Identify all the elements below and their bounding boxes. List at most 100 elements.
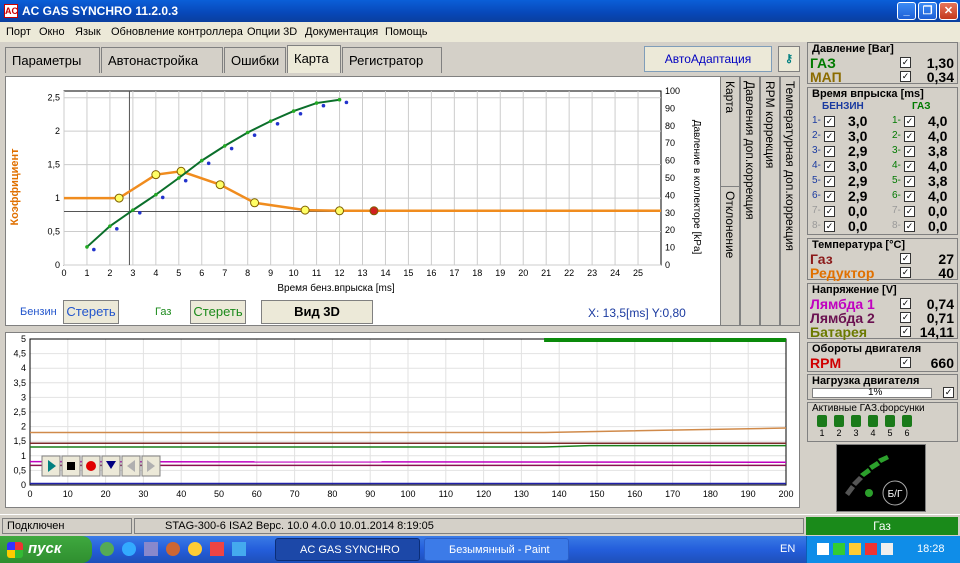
taskbar-item-paint[interactable]: Безымянный - Paint	[424, 538, 569, 561]
log-y-tick: 3	[21, 392, 26, 402]
menu-port[interactable]: Порт	[6, 26, 31, 38]
petrol-cylinder-checkbox[interactable]: ✓	[824, 191, 835, 202]
quicklaunch-icon-6[interactable]	[210, 542, 224, 556]
petrol-cylinder-checkbox[interactable]: ✓	[824, 221, 835, 232]
maximize-button[interactable]: ❐	[918, 2, 937, 20]
menu-3d-options[interactable]: Опции 3D	[247, 26, 297, 38]
language-indicator[interactable]: EN	[780, 543, 795, 555]
side-tab-rpm-correction[interactable]: RPM коррекция	[760, 76, 780, 326]
tab-map[interactable]: Карта	[287, 45, 341, 73]
lambda1-checkbox[interactable]: ✓	[900, 298, 911, 309]
gas-injection-value: 0,0	[928, 218, 948, 234]
reducer-temp-checkbox[interactable]: ✓	[900, 267, 911, 278]
map-chart-panel: 0 1 2 3 4 5 6 7 8 9 10 11 12 13 14 15 16 17 18 19 20 21 22 23 24…	[5, 76, 723, 326]
voltage-group: Напряжение [V] Лямбда 1 ✓ 0,74 Лямбда 2 ✓ 0,…	[807, 283, 958, 340]
record-icon[interactable]	[86, 461, 96, 471]
taskbar-item-acgas[interactable]: AC GAS SYNCHRO	[275, 538, 420, 561]
auto-adaptation-button[interactable]: АвтоАдаптация	[644, 46, 772, 72]
petrol-cylinder-number: 2-	[812, 130, 821, 141]
tray-icon-3[interactable]	[849, 543, 861, 555]
stop-icon[interactable]	[67, 462, 75, 470]
gas-cylinder-checkbox[interactable]: ✓	[904, 221, 915, 232]
menu-documentation[interactable]: Документация	[305, 26, 378, 38]
map-chart[interactable]: 0 1 2 3 4 5 6 7 8 9 10 11 12 13 14 15 16 17 18 19 20 21 22 23 24…	[6, 77, 722, 295]
petrol-cylinder-checkbox[interactable]: ✓	[824, 176, 835, 187]
injector-number: 1	[819, 428, 825, 438]
quicklaunch-icon-3[interactable]	[144, 542, 158, 556]
gas-cylinder-checkbox[interactable]: ✓	[904, 161, 915, 172]
minimize-button[interactable]: _	[897, 2, 916, 20]
petrol-cylinder-checkbox[interactable]: ✓	[824, 116, 835, 127]
window-title: AC GAS SYNCHRO 11.2.0.3	[22, 4, 179, 18]
gas-sample-point	[268, 119, 273, 123]
side-tab-pressure-correction[interactable]: Давления доп.коррекция	[740, 76, 760, 326]
load-checkbox[interactable]: ✓	[943, 387, 954, 398]
gas-injector-icon: 2	[833, 415, 845, 439]
menu-window[interactable]: Окно	[39, 26, 65, 38]
map-pressure-checkbox[interactable]: ✓	[900, 71, 911, 82]
petrol-cylinder-checkbox[interactable]: ✓	[824, 131, 835, 142]
map-x-tick: 20	[518, 268, 528, 278]
map-x-tick: 9	[268, 268, 273, 278]
logger-chart-panel: 0 10 20 30 40 50 60 70 80 90 100 110 120 130 140 150 160…	[5, 332, 800, 508]
title-bar: AC AC GAS SYNCHRO 11.2.0.3 _ ❐ ✕	[0, 0, 960, 22]
gas-cylinder-checkbox[interactable]: ✓	[904, 206, 915, 217]
view-3d-button[interactable]: Вид 3D	[261, 300, 373, 324]
battery-checkbox[interactable]: ✓	[900, 326, 911, 337]
map-x-tick: 6	[199, 268, 204, 278]
clear-gas-button[interactable]: Стереть	[190, 300, 246, 324]
tray-icon-4[interactable]	[865, 543, 877, 555]
side-tab-deviation[interactable]: Отклонение	[720, 186, 740, 326]
right-panel: Давление [Bar] ГАЗ ✓ 1,30 МАП ✓ 0,34 Время в…	[806, 42, 960, 514]
menu-help[interactable]: Помощь	[385, 26, 428, 38]
map-x-tick: 18	[472, 268, 482, 278]
petrol-sample-point	[160, 195, 165, 200]
menu-firmware-update[interactable]: Обновление контроллера	[111, 26, 243, 38]
close-button[interactable]: ✕	[939, 2, 958, 20]
rpm-checkbox[interactable]: ✓	[900, 357, 911, 368]
map-x-tick: 3	[130, 268, 135, 278]
petrol-sample-point	[321, 103, 326, 108]
gas-cylinder-checkbox[interactable]: ✓	[904, 146, 915, 157]
gas-temp-checkbox[interactable]: ✓	[900, 253, 911, 264]
gas-cylinder-checkbox[interactable]: ✓	[904, 176, 915, 187]
gas-pressure-checkbox[interactable]: ✓	[900, 57, 911, 68]
wrench-icon[interactable]: ⚷	[778, 46, 800, 72]
skype-icon[interactable]	[122, 542, 136, 556]
side-tab-temperature-correction[interactable]: Температурная доп.коррекция	[780, 76, 800, 326]
tab-logger[interactable]: Регистратор	[342, 47, 442, 73]
tray-icon-1[interactable]	[817, 543, 829, 555]
tray-icon-2[interactable]	[833, 543, 845, 555]
quicklaunch-icon-7[interactable]	[232, 542, 246, 556]
tab-errors[interactable]: Ошибки	[224, 47, 286, 73]
map-y2-label: Давление в коллекторе [kPa]	[691, 120, 702, 255]
petrol-cylinder-checkbox[interactable]: ✓	[824, 206, 835, 217]
quicklaunch-icon-1[interactable]	[100, 542, 114, 556]
petrol-cylinder-number: 7-	[812, 205, 821, 216]
volume-icon[interactable]	[881, 543, 893, 555]
quicklaunch-icon-5[interactable]	[188, 542, 202, 556]
quicklaunch-icon-4[interactable]	[166, 542, 180, 556]
petrol-sample-point	[298, 111, 303, 116]
petrol-cylinder-checkbox[interactable]: ✓	[824, 146, 835, 157]
clear-petrol-button[interactable]: Стереть	[63, 300, 119, 324]
gas-injector-icon: 3	[850, 415, 862, 439]
menu-language[interactable]: Язык	[75, 26, 101, 38]
tab-parameters[interactable]: Параметры	[5, 47, 100, 73]
switch-indicator[interactable]: Б/Г	[836, 444, 926, 512]
lambda2-checkbox[interactable]: ✓	[900, 312, 911, 323]
petrol-cylinder-checkbox[interactable]: ✓	[824, 161, 835, 172]
gas-cylinder-checkbox[interactable]: ✓	[904, 191, 915, 202]
injector-number: 5	[887, 428, 893, 438]
logger-chart[interactable]: 0 10 20 30 40 50 60 70 80 90 100 110 120 130 140 150 160…	[6, 333, 799, 507]
petrol-cylinder-number: 1-	[812, 115, 821, 126]
log-y-tick: 3,5	[13, 378, 26, 388]
temperature-group: Температура [°C] Газ ✓ 27 Редуктор ✓ 40	[807, 238, 958, 281]
tab-autotune[interactable]: Автонастройка	[101, 47, 223, 73]
gas-cylinder-checkbox[interactable]: ✓	[904, 131, 915, 142]
gas-cylinder-checkbox[interactable]: ✓	[904, 116, 915, 127]
gas-cylinder-number: 8-	[892, 220, 901, 231]
gas-sample-point	[131, 208, 135, 212]
map-x-tick: 15	[403, 268, 413, 278]
gas-injection-value: 4,0	[928, 158, 948, 174]
